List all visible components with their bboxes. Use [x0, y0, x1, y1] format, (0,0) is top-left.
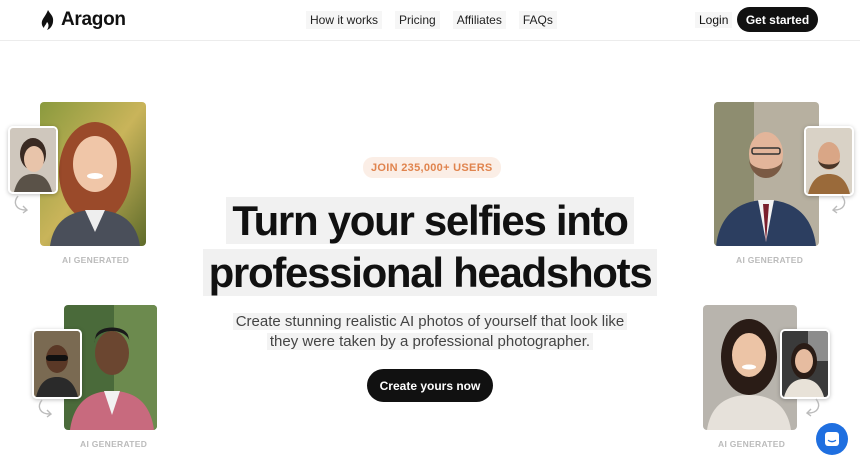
selfie-thumbnail-1 — [8, 126, 58, 194]
selfie-thumbnail-3 — [804, 126, 854, 196]
hero-headline-line1: Turn your selfies into — [0, 195, 860, 247]
get-started-button[interactable]: Get started — [737, 7, 818, 32]
hero-headline-line2: professional headshots — [0, 247, 860, 299]
site-header: Aragon How it works Pricing Affiliates F… — [0, 0, 860, 41]
nav-how-it-works[interactable]: How it works — [306, 11, 383, 29]
chat-icon — [825, 432, 839, 446]
ai-generated-label: AI GENERATED — [718, 439, 786, 449]
chat-widget-button[interactable] — [816, 423, 848, 455]
brand-logo[interactable]: Aragon — [40, 9, 126, 31]
flame-logo-icon — [41, 10, 54, 30]
brand-name: Aragon — [61, 9, 126, 30]
nav-faqs[interactable]: FAQs — [518, 11, 557, 29]
curved-arrow-icon — [38, 399, 53, 418]
hero-subtitle-line2: they were taken by a professional photog… — [0, 331, 860, 353]
users-count-badge: JOIN 235,000+ USERS — [363, 157, 501, 178]
ai-generated-label: AI GENERATED — [80, 439, 148, 449]
nav-affiliates[interactable]: Affiliates — [452, 11, 506, 29]
headline-text-2: professional headshots — [202, 249, 658, 296]
hero-subtitle-line1: Create stunning realistic AI photos of y… — [0, 311, 860, 333]
subtitle-text-1: Create stunning realistic AI photos of y… — [232, 313, 628, 330]
login-link[interactable]: Login — [695, 12, 733, 28]
create-yours-now-button[interactable]: Create yours now — [367, 369, 493, 402]
headline-text-1: Turn your selfies into — [226, 197, 634, 244]
curved-arrow-icon — [805, 398, 820, 417]
main-nav: How it works Pricing Affiliates FAQs — [306, 11, 570, 29]
subtitle-text-2: they were taken by a professional photog… — [266, 333, 594, 350]
nav-pricing[interactable]: Pricing — [395, 11, 440, 29]
